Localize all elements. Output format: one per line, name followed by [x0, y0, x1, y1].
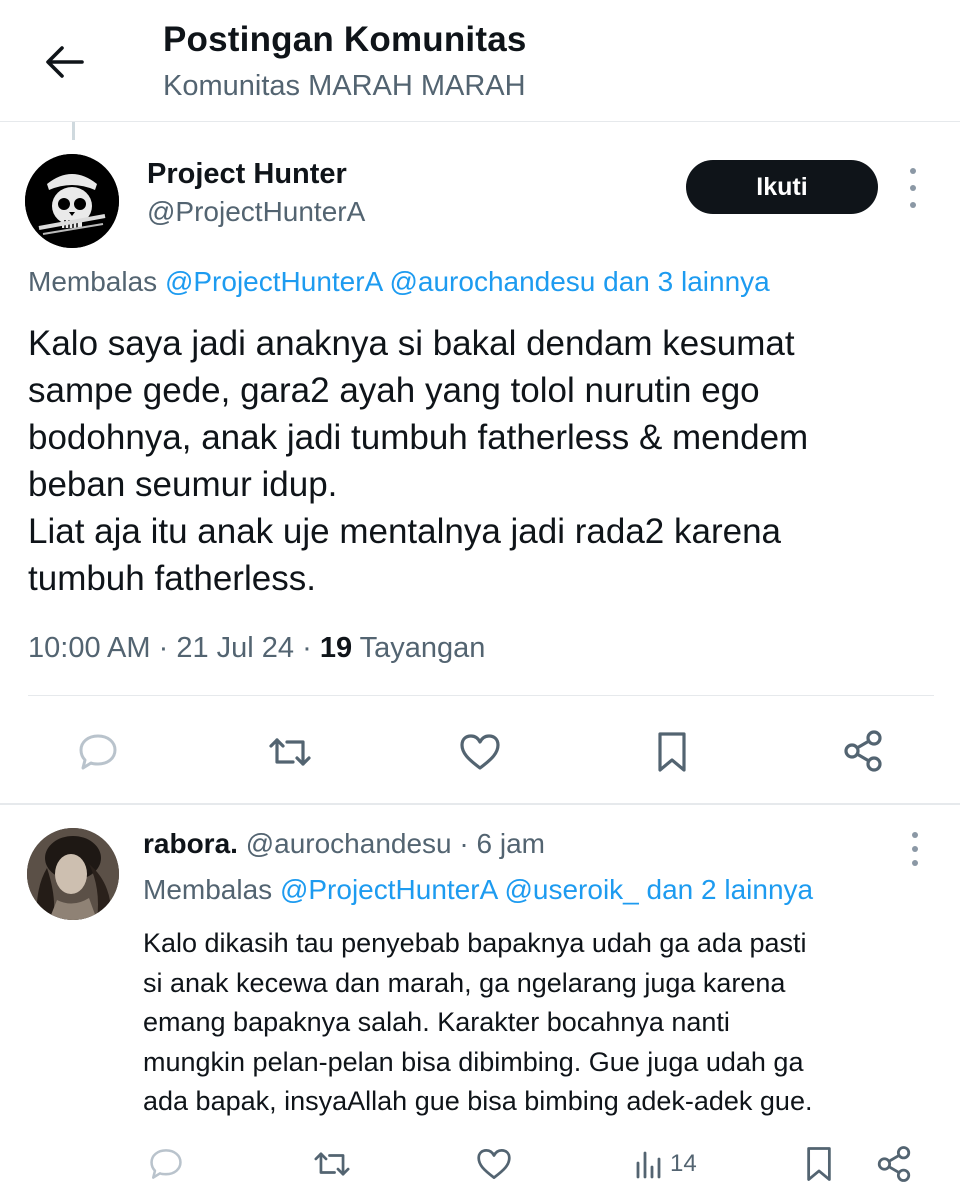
repost-button[interactable] — [264, 728, 316, 776]
reply-text: Kalo dikasih tau penyebab bapaknya udah … — [143, 924, 943, 1122]
separator: · — [158, 632, 169, 664]
reply-icon — [79, 734, 117, 770]
replying-to-mentions[interactable]: @ProjectHunterA @aurochandesu dan 3 lain… — [165, 266, 770, 297]
share-button[interactable] — [872, 1142, 916, 1186]
post-text: Kalo saya jadi anaknya si bakal dendam k… — [28, 320, 938, 602]
separator: · — [459, 828, 469, 859]
post-text-line: sampe gede, gara2 ayah yang tolol nuruti… — [28, 371, 760, 410]
bookmark-icon — [807, 1147, 831, 1181]
repost-button[interactable] — [310, 1144, 354, 1184]
person-photo-avatar — [27, 828, 119, 920]
replying-to-label: Membalas — [143, 874, 273, 905]
top-bar: Postingan Komunitas Komunitas MARAH MARA… — [0, 0, 960, 122]
reply-timestamp[interactable]: 6 jam — [477, 828, 545, 859]
author-name[interactable]: Project Hunter — [147, 158, 347, 191]
reply-text-line: si anak kecewa dan marah, ga ngelarang j… — [143, 967, 786, 998]
reply-icon — [150, 1149, 182, 1179]
reply-author-name[interactable]: rabora. — [143, 828, 238, 859]
repost-icon — [269, 738, 311, 766]
author-handle[interactable]: @ProjectHunterA — [147, 196, 365, 228]
reply-button[interactable] — [74, 728, 122, 776]
like-icon — [477, 1149, 511, 1179]
repost-icon — [314, 1152, 350, 1176]
views-count: 14 — [670, 1150, 697, 1177]
post-text-line: bodohnya, anak jadi tumbuh fatherless & … — [28, 418, 809, 457]
arrow-left-icon — [46, 46, 84, 78]
more-options-icon[interactable] — [902, 832, 928, 866]
views-label: Tayangan — [359, 632, 486, 664]
avatar[interactable] — [25, 154, 119, 248]
separator: · — [302, 632, 312, 664]
follow-button[interactable]: Ikuti — [686, 160, 878, 214]
back-button[interactable] — [38, 36, 90, 88]
post-time[interactable]: 10:00 AM — [28, 632, 151, 664]
reply-button[interactable] — [146, 1144, 186, 1184]
like-button[interactable] — [474, 1144, 514, 1184]
views-icon — [636, 1151, 661, 1179]
reply-text-line: ada bapak, insyaAllah gue bisa bimbing a… — [143, 1086, 813, 1116]
like-icon — [460, 734, 500, 770]
like-button[interactable] — [456, 728, 504, 776]
share-icon — [877, 1146, 911, 1182]
reply-text-line: mungkin pelan-pelan bisa dibimbing. Gue … — [143, 1046, 804, 1077]
reply-text-line: Kalo dikasih tau penyebab bapaknya udah … — [143, 928, 807, 958]
page-title: Postingan Komunitas — [163, 20, 527, 59]
share-icon — [844, 730, 882, 772]
divider — [28, 695, 934, 696]
replying-to: Membalas @ProjectHunterA @useroik_ dan 2… — [143, 874, 813, 906]
views-count: 19 — [319, 632, 353, 664]
reply-text-line: emang bapaknya salah. Karakter bocahnya … — [143, 1007, 730, 1037]
more-options-icon[interactable] — [900, 168, 926, 208]
skull-logo-avatar — [25, 154, 119, 248]
post-text-line: tumbuh fatherless. — [28, 559, 316, 598]
replying-to: Membalas @ProjectHunterA @aurochandesu d… — [28, 266, 770, 298]
share-button[interactable] — [838, 726, 888, 776]
replying-to-label: Membalas — [28, 266, 158, 297]
replying-to-mentions[interactable]: @ProjectHunterA @useroik_ dan 2 lainnya — [280, 874, 813, 905]
bookmark-button[interactable] — [800, 1142, 838, 1186]
post-metadata: 10:00 AM · 21 Jul 24 · 19 Tayangan — [28, 632, 485, 665]
bookmark-button[interactable] — [650, 728, 694, 776]
post-text-line: Liat aja itu anak uje mentalnya jadi rad… — [28, 512, 781, 551]
reply-avatar[interactable] — [27, 828, 119, 920]
views-button[interactable]: 14 — [634, 1144, 724, 1184]
post-text-line: beban seumur idup. — [28, 465, 338, 504]
section-divider — [0, 803, 960, 805]
thread-line — [72, 122, 75, 140]
bookmark-icon — [658, 732, 686, 772]
reply-author-handle[interactable]: @aurochandesu — [246, 828, 452, 859]
post-date[interactable]: 21 Jul 24 — [176, 632, 294, 664]
reply-header: rabora. @aurochandesu · 6 jam — [143, 828, 545, 860]
post-text-line: Kalo saya jadi anaknya si bakal dendam k… — [28, 324, 795, 363]
community-name[interactable]: Komunitas MARAH MARAH — [163, 70, 526, 103]
